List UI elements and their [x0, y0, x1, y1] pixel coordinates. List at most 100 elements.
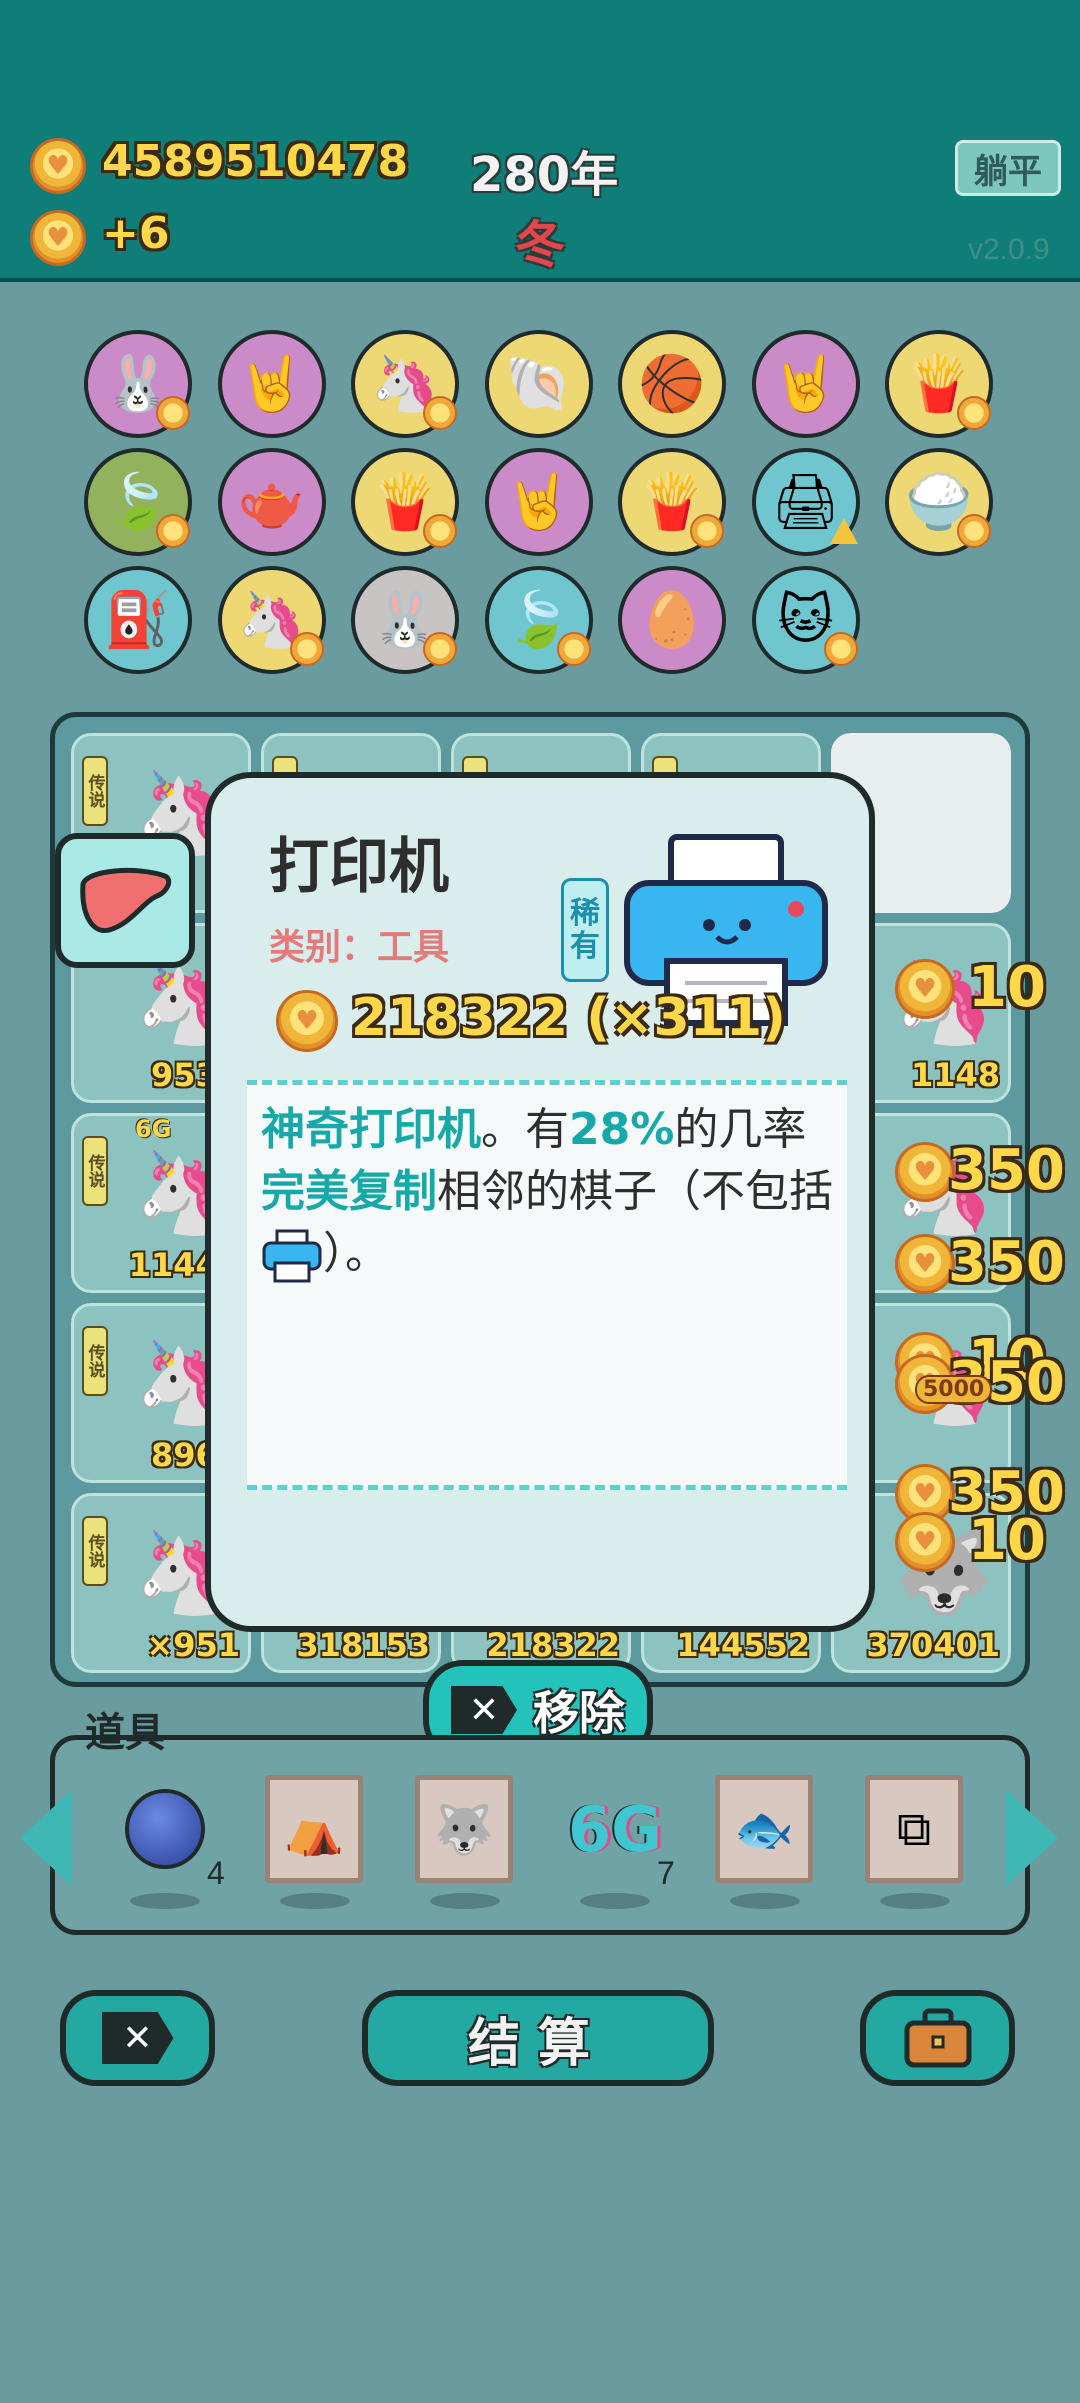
liver-icon	[80, 867, 172, 933]
coin-badge-icon	[423, 396, 457, 430]
coin-badge-icon	[690, 514, 724, 548]
coin-icon: ♥	[895, 1512, 955, 1572]
rock-hand-token[interactable]: 🤘	[484, 448, 593, 556]
top-status-bar: ♥ 4589510478 ♥ +6 280年 冬 躺平 v2.0.9	[0, 0, 1080, 282]
printer-icon	[262, 1229, 322, 1283]
6g-icon: 6G	[567, 1793, 663, 1866]
egg-icon: 🥚	[638, 588, 706, 651]
fries-token[interactable]: 🍟	[885, 330, 993, 438]
basketballs-token[interactable]: 🏀	[618, 330, 726, 438]
settle-label: 结算	[467, 2013, 608, 2074]
item-shadow	[430, 1893, 500, 1909]
desc-text: ）。	[323, 1228, 389, 1279]
coin-icon: ♥	[895, 1234, 955, 1294]
unicorn-token[interactable]: 🦄	[217, 566, 326, 674]
legend-tag: 传说	[82, 1136, 108, 1206]
popup-category: 类别：工具	[269, 927, 450, 968]
basketballs-icon: 🏀	[638, 352, 706, 415]
gravy-boat-token[interactable]: 🫖	[217, 448, 326, 556]
rarity-char: 稀	[570, 896, 600, 931]
rock-hand-icon: 🤘	[771, 352, 840, 415]
coin-badge-icon	[957, 396, 991, 430]
coin-badge-icon	[823, 632, 858, 666]
popup-value: 218322 (×311)	[351, 988, 786, 1048]
item-shadow	[880, 1893, 950, 1909]
items-title: 道具	[85, 1710, 165, 1756]
unicorn-token[interactable]: 🦄	[351, 330, 459, 438]
legend-tag: 传说	[82, 1326, 108, 1396]
printer-token[interactable]: 🖨	[751, 448, 860, 556]
leaf-token[interactable]: 🍃	[484, 566, 593, 674]
coin-badge-icon	[423, 514, 457, 548]
desc-highlight: 神奇打印机	[261, 1104, 481, 1155]
coin-badge-icon	[289, 632, 324, 666]
item-slot[interactable]: ⛺	[265, 1775, 365, 1909]
cell-value: 1148	[910, 1056, 1000, 1094]
settle-button[interactable]: 结算	[362, 1990, 714, 2086]
item-slot[interactable]: 6G 7	[565, 1775, 675, 1909]
rice-bowl-token[interactable]: 🍚	[885, 448, 993, 556]
coin-icon: ♥	[895, 1142, 955, 1202]
close-icon: ✕	[101, 2012, 174, 2064]
item-shadow	[730, 1893, 800, 1909]
rarity-badge: 稀 有	[561, 878, 609, 982]
coin-income: +6	[102, 208, 170, 259]
item-slot[interactable]: 4	[115, 1775, 225, 1909]
item-slot[interactable]: 🐺	[415, 1775, 515, 1909]
fish-icon: 🐟	[715, 1775, 813, 1883]
husky-icon: 🐺	[415, 1775, 513, 1883]
item-shadow	[280, 1893, 350, 1909]
desc-highlight: 完美复制	[261, 1166, 437, 1217]
cell-value: 370401	[866, 1626, 1000, 1664]
blueberry-icon	[125, 1789, 205, 1869]
shell-icon: 🐚	[504, 352, 573, 415]
desc-text: 。有	[481, 1104, 569, 1155]
year-label: 280年	[470, 147, 619, 203]
item-count: 7	[657, 1855, 675, 1891]
arrow-left-icon[interactable]	[20, 1790, 72, 1886]
desc-text: 的几率	[674, 1104, 807, 1155]
rarity-char: 有	[570, 929, 600, 964]
rock-hand-token[interactable]: 🤘	[217, 330, 326, 438]
leaf-token[interactable]: 🍃	[84, 448, 192, 556]
reward-number: 350	[948, 1138, 1065, 1203]
briefcase-icon	[904, 2008, 971, 2068]
pump-token[interactable]: ⛽	[84, 566, 192, 674]
rabbit-token[interactable]: 🐰	[84, 330, 192, 438]
cat-token[interactable]: 🐱	[751, 566, 860, 674]
item-count: 4	[207, 1855, 225, 1891]
reward-number: 350	[948, 1230, 1065, 1295]
pump-icon: ⛽	[104, 588, 172, 651]
liver-button[interactable]	[55, 833, 195, 968]
coin-badge-icon	[957, 514, 991, 548]
fries-token[interactable]: 🍟	[351, 448, 459, 556]
version-label: v2.0.9	[968, 233, 1050, 266]
6g-badge: 6G	[135, 1115, 172, 1143]
exit-button[interactable]: ✕	[60, 1990, 215, 2086]
desc-text: 相邻的棋子（不包括	[437, 1166, 833, 1217]
coin-icon: ♥	[895, 959, 955, 1019]
legend-tag: 传说	[82, 1516, 108, 1586]
egg-token[interactable]: 🥚	[618, 566, 726, 674]
fries-token[interactable]: 🍟	[618, 448, 726, 556]
coin-icon: ♥	[276, 990, 338, 1052]
cat-icon: 🐱	[777, 588, 834, 651]
lay-flat-button[interactable]: 躺平	[955, 140, 1061, 196]
popup-title: 打印机	[269, 832, 449, 902]
item-shadow	[580, 1893, 650, 1909]
rock-hand-token[interactable]: 🤘	[751, 330, 860, 438]
rock-hand-icon: 🤘	[504, 470, 573, 533]
gravy-boat-icon: 🫖	[237, 470, 306, 533]
rock-hand-icon: 🤘	[237, 352, 306, 415]
item-slot[interactable]: ⧉	[865, 1775, 965, 1909]
coin-total: 4589510478	[102, 136, 409, 187]
item-detail-popup: 打印机 类别：工具 稀 有 ♥ 218322 (×311) 神奇打印机。有28%…	[205, 772, 875, 1632]
shell-token[interactable]: 🐚	[484, 330, 593, 438]
cell-value: ×951	[146, 1626, 240, 1664]
reward-number: 10	[968, 955, 1046, 1020]
item-slot[interactable]: 🐟	[715, 1775, 815, 1909]
rabbit-token[interactable]: 🐰	[351, 566, 459, 674]
backpack-button[interactable]	[860, 1990, 1015, 2086]
arrow-right-icon[interactable]	[1006, 1790, 1058, 1886]
warning-icon	[829, 518, 858, 544]
